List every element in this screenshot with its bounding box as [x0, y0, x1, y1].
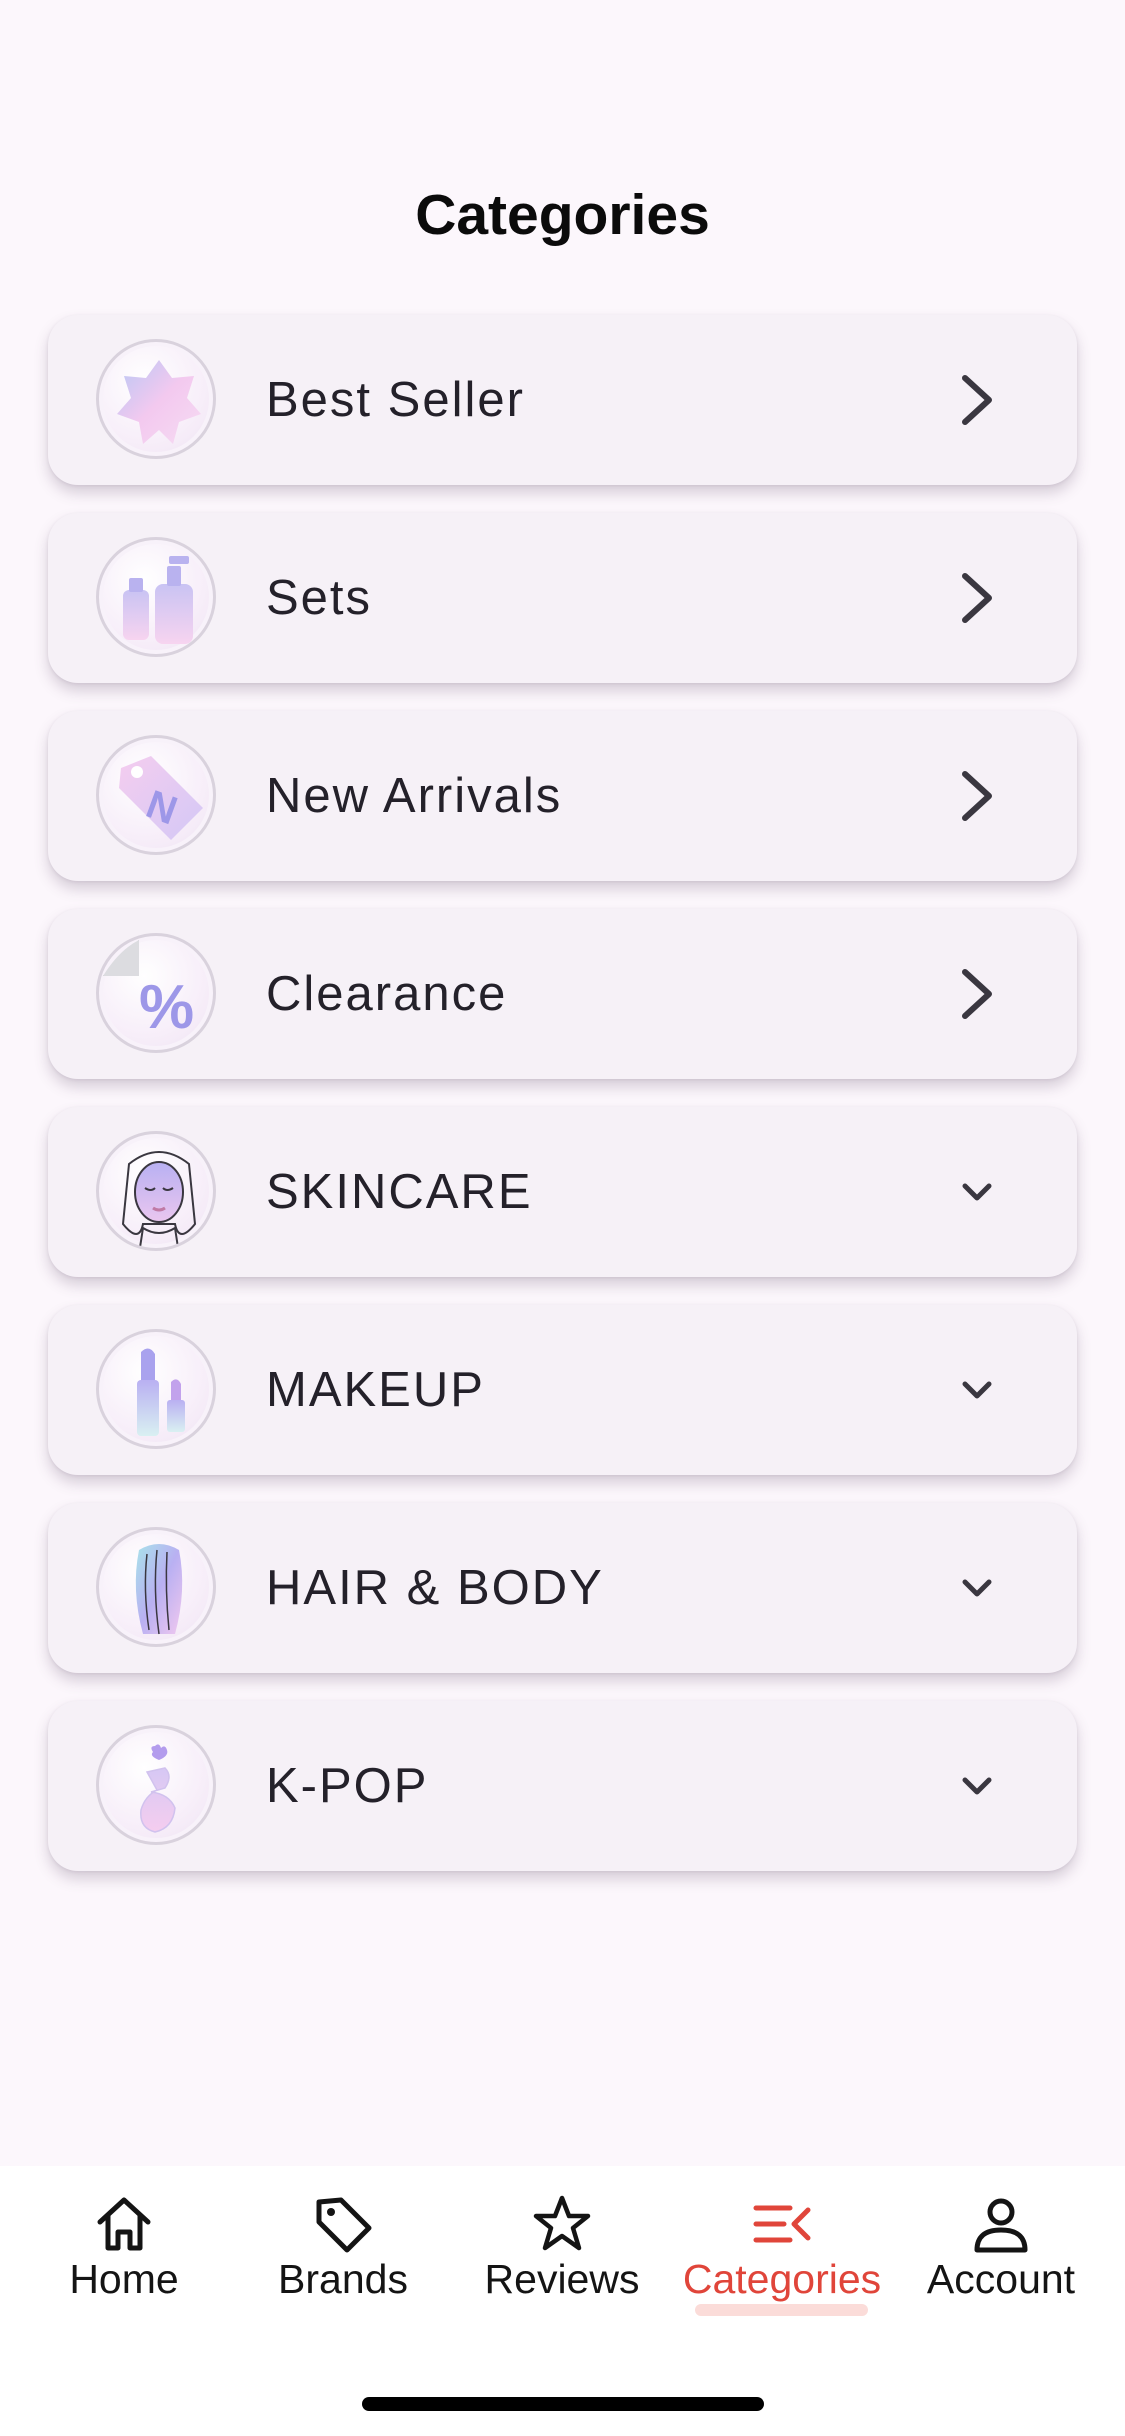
- bottles-set-icon: [96, 537, 216, 657]
- category-item-k-pop[interactable]: K-POP: [48, 1701, 1077, 1871]
- chevron-down-icon: [955, 1162, 999, 1222]
- tag-icon: [233, 2192, 453, 2256]
- category-item-makeup[interactable]: MAKEUP: [48, 1305, 1077, 1475]
- categories-menu-icon: [672, 2192, 892, 2256]
- category-label: HAIR & BODY: [266, 1561, 604, 1615]
- category-item-skincare[interactable]: SKINCARE: [48, 1107, 1077, 1277]
- tab-reviews[interactable]: Reviews: [452, 2192, 672, 2312]
- category-item-best-seller[interactable]: Best Seller: [48, 315, 1077, 485]
- tab-account[interactable]: Account: [891, 2192, 1111, 2312]
- category-list: Best Seller Sets N New Arrivals % Cleara…: [48, 315, 1077, 1899]
- face-icon: [96, 1131, 216, 1251]
- tab-bar: Home Brands Reviews Categories Account: [0, 2166, 1125, 2436]
- star-outline-icon: [452, 2192, 672, 2256]
- category-label: Best Seller: [266, 373, 525, 427]
- chevron-right-icon: [955, 370, 999, 430]
- category-label: MAKEUP: [266, 1363, 485, 1417]
- category-label: New Arrivals: [266, 769, 563, 823]
- chevron-down-icon: [955, 1558, 999, 1618]
- person-icon: [891, 2192, 1111, 2256]
- category-item-hair-body[interactable]: HAIR & BODY: [48, 1503, 1077, 1673]
- star-badge-icon: [96, 339, 216, 459]
- chevron-right-icon: [955, 766, 999, 826]
- tab-brands[interactable]: Brands: [233, 2192, 453, 2312]
- tab-label: Home: [69, 2256, 179, 2302]
- home-indicator: [362, 2397, 764, 2411]
- page-title: Categories: [415, 183, 710, 247]
- tab-label: Brands: [278, 2256, 408, 2302]
- new-tag-icon: N: [96, 735, 216, 855]
- tab-home[interactable]: Home: [14, 2192, 234, 2312]
- category-item-clearance[interactable]: % Clearance: [48, 909, 1077, 1079]
- percent-sticker-icon: %: [96, 933, 216, 1053]
- tab-label: Reviews: [484, 2256, 640, 2302]
- chevron-right-icon: [955, 568, 999, 628]
- category-label: K-POP: [266, 1759, 429, 1813]
- tab-label: Account: [926, 2256, 1076, 2302]
- chevron-down-icon: [955, 1756, 999, 1816]
- chevron-down-icon: [955, 1360, 999, 1420]
- category-label: SKINCARE: [266, 1165, 533, 1219]
- svg-text:%: %: [139, 973, 194, 1042]
- home-icon: [14, 2192, 234, 2256]
- chevron-right-icon: [955, 964, 999, 1024]
- hair-icon: [96, 1527, 216, 1647]
- category-item-sets[interactable]: Sets: [48, 513, 1077, 683]
- active-tab-indicator: [695, 2304, 868, 2316]
- tab-categories[interactable]: Categories: [672, 2192, 892, 2312]
- category-label: Clearance: [266, 967, 508, 1021]
- lipstick-icon: [96, 1329, 216, 1449]
- category-item-new-arrivals[interactable]: N New Arrivals: [48, 711, 1077, 881]
- finger-heart-icon: [96, 1725, 216, 1845]
- category-label: Sets: [266, 571, 373, 625]
- tab-label: Categories: [682, 2256, 882, 2302]
